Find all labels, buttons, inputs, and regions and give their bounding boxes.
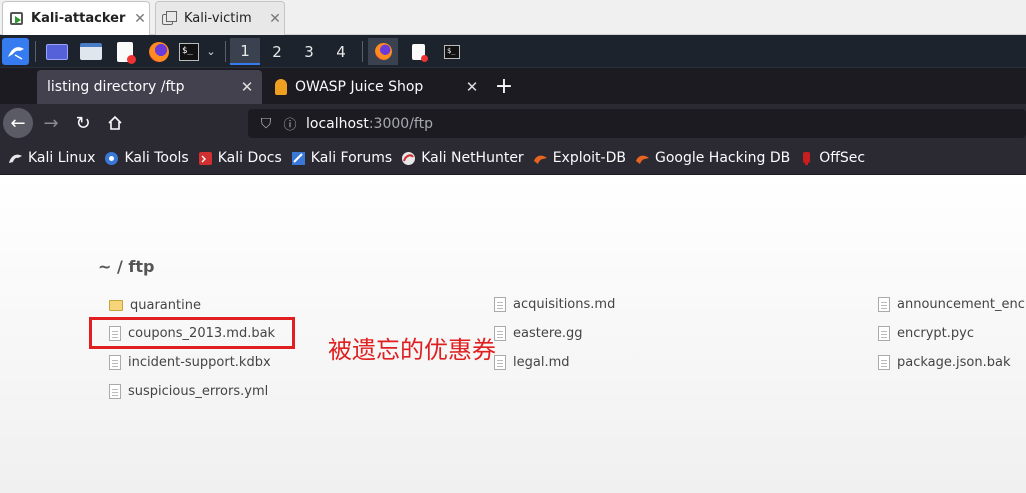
list-item[interactable]: encrypt.pyc [878,326,974,341]
terminal-icon[interactable]: $_ [176,38,202,65]
file-icon [878,326,890,341]
vm-window-icon [162,10,178,27]
bookmark-exploit-db[interactable]: Exploit-DB [533,150,626,166]
file-manager-icon[interactable] [78,38,104,65]
list-item[interactable]: legal.md [494,355,570,370]
bookmark-label: Kali NetHunter [421,150,524,166]
navigation-toolbar: ← → ↻ ⛉ ⓘ localhost :3000/ftp [0,104,1026,142]
file-icon [494,297,506,312]
tab-title: OWASP Juice Shop [295,79,424,95]
kali-top-panel: $_ ⌄ 1 2 3 4 $_ [0,35,1026,68]
list-item[interactable]: eastere.gg [494,326,583,341]
file-icon [109,384,121,399]
url-path: :3000/ftp [368,115,433,132]
bookmark-kali-docs[interactable]: Kali Docs [198,150,282,166]
taskbar-editor-icon[interactable] [404,38,432,65]
workspace-4[interactable]: 4 [326,38,356,65]
offsec-icon [803,151,811,165]
workspace-2[interactable]: 2 [262,38,292,65]
page-content: ~ / ftp quarantine acquisitions.md annou… [0,175,1026,493]
file-name: acquisitions.md [513,297,616,312]
close-icon[interactable]: ✕ [457,78,487,96]
vm-running-icon [9,11,25,27]
bookmark-label: Kali Tools [124,150,189,166]
kali-forums-icon [291,151,305,165]
vm-tab-label: Kali-victim [184,11,252,26]
bookmarks-toolbar: Kali Linux Kali Tools Kali Docs Kali For… [0,142,1026,175]
kali-docs-icon [198,151,212,165]
file-name: legal.md [513,355,570,370]
folder-icon [109,300,123,311]
list-item[interactable]: package.json.bak [878,355,1010,370]
tab-owasp-juice-shop[interactable]: OWASP Juice Shop ✕ [265,70,487,104]
forward-button[interactable]: → [36,108,66,138]
text-editor-icon[interactable] [112,38,138,65]
file-name: package.json.bak [897,355,1011,370]
bookmark-kali-nethunter[interactable]: Kali NetHunter [401,150,524,166]
file-icon [109,355,121,370]
bookmark-label: Google Hacking DB [654,150,791,166]
panel-separator [35,41,36,62]
bookmark-kali-tools[interactable]: Kali Tools [104,150,189,166]
tab-listing-directory[interactable]: listing directory /ftp ✕ [37,70,262,104]
bookmark-label: OffSec [819,150,866,166]
list-item[interactable]: quarantine [109,298,201,313]
list-item[interactable]: suspicious_errors.yml [109,384,268,399]
bookmark-label: Kali Forums [310,150,393,166]
vm-tab-strip: Kali-attacker ✕ Kali-victim ✕ [0,0,1026,35]
file-name: eastere.gg [513,326,583,341]
list-item[interactable]: announcement_encryp [878,297,1026,312]
bookmark-label: Kali Linux [28,150,96,166]
shield-icon[interactable]: ⛉ [254,116,278,132]
kali-dragon-icon [9,154,22,163]
url-bar[interactable]: ⛉ ⓘ localhost :3000/ftp [248,109,1026,138]
vm-tab-kali-victim[interactable]: Kali-victim ✕ [155,1,285,35]
list-item[interactable]: incident-support.kdbx [109,355,271,370]
close-icon[interactable]: ✕ [131,11,149,27]
chevron-down-icon[interactable]: ⌄ [202,38,220,65]
list-item[interactable]: acquisitions.md [494,297,615,312]
kali-tools-icon [105,151,119,165]
new-tab-button[interactable]: + [490,70,518,102]
file-name: encrypt.pyc [897,326,974,341]
home-button[interactable] [100,108,130,138]
firefox-icon[interactable] [146,38,172,65]
annotation-text: 被遗忘的优惠券 [328,336,496,364]
juice-shop-icon [275,79,287,95]
file-name: suspicious_errors.yml [128,384,269,399]
panel-separator [362,41,363,62]
info-icon[interactable]: ⓘ [278,114,302,133]
exploitdb-icon [533,155,547,164]
bookmark-offsec[interactable]: OffSec [799,150,865,166]
vm-tab-label: Kali-attacker [31,11,126,26]
file-icon [878,297,890,312]
bookmark-google-hacking-db[interactable]: Google Hacking DB [635,150,790,166]
bookmark-label: Exploit-DB [552,150,626,166]
workspace-1[interactable]: 1 [230,38,260,65]
panel-separator [225,41,226,62]
show-desktop-icon[interactable] [44,38,70,65]
nethunter-icon [402,151,416,165]
bookmark-label: Kali Docs [217,150,282,166]
taskbar-terminal-icon[interactable]: $_ [438,38,466,65]
file-name: incident-support.kdbx [128,355,271,370]
bookmark-kali-forums[interactable]: Kali Forums [291,150,392,166]
highlight-box [89,317,295,349]
reload-button[interactable]: ↻ [68,108,98,138]
close-icon[interactable]: ✕ [232,78,262,96]
file-icon [878,355,890,370]
file-name: announcement_encryp [897,297,1026,312]
ghdb-icon [635,155,649,164]
close-icon[interactable]: ✕ [266,11,284,27]
page-title: ~ / ftp [98,257,155,276]
bookmark-kali-linux[interactable]: Kali Linux [8,150,95,166]
workspace-3[interactable]: 3 [294,38,324,65]
file-name: quarantine [130,298,201,313]
url-host: localhost [306,115,369,132]
kali-menu-icon[interactable] [2,38,29,65]
taskbar-firefox-icon[interactable] [368,38,398,65]
vm-tab-kali-attacker[interactable]: Kali-attacker ✕ [2,1,150,35]
back-button[interactable]: ← [3,108,33,138]
tab-title: listing directory /ftp [47,79,185,95]
